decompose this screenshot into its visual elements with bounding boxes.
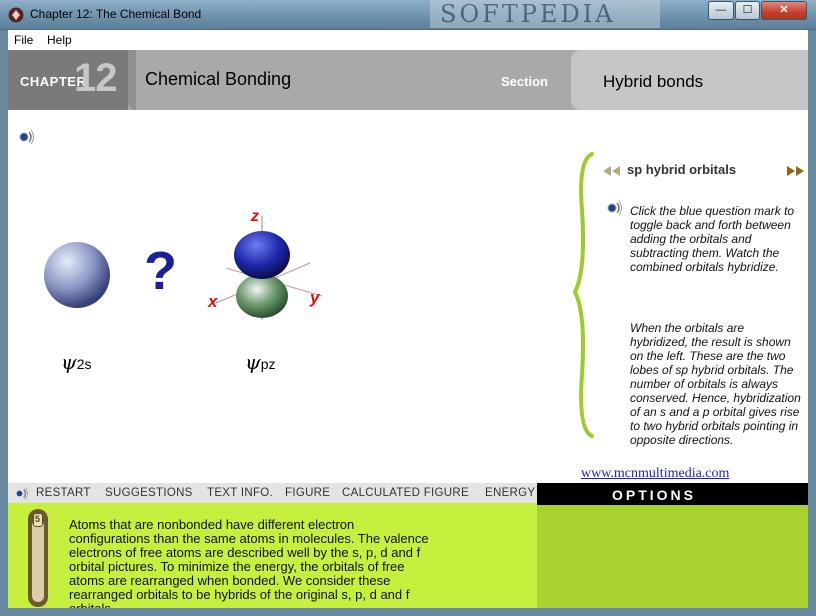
- header-divider: [128, 50, 136, 110]
- axis-z-label: z: [251, 208, 259, 225]
- speaker-icon[interactable]: [18, 128, 36, 146]
- suggestions-button[interactable]: SUGGESTIONS: [105, 487, 193, 499]
- window-title: Chapter 12: The Chemical Bond: [30, 7, 202, 21]
- website-link[interactable]: www.mcnmultimedia.com: [581, 466, 729, 482]
- axis-y-label: y: [310, 288, 320, 307]
- panel-paragraph-2: When the orbitals are hybridized, the re…: [630, 321, 801, 447]
- info-text: Atoms that are nonbonded have different …: [69, 517, 429, 609]
- toggle-question-mark[interactable]: ?: [144, 240, 177, 302]
- title-bar: Chapter 12: The Chemical Bond SOFTPEDIA …: [0, 0, 816, 30]
- maximize-button[interactable]: ☐: [735, 1, 760, 20]
- section-label: Section: [501, 74, 548, 89]
- prev-arrow-icon[interactable]: [602, 165, 622, 177]
- axis-x-label: x: [208, 292, 218, 311]
- panel-title: sp hybrid orbitals: [627, 162, 737, 177]
- options-label[interactable]: OPTIONS: [612, 487, 696, 503]
- watermark: SOFTPEDIA: [430, 0, 660, 28]
- psi-symbol: ψ: [245, 350, 261, 374]
- panel-bracket: [572, 152, 594, 438]
- label-2s: 2s: [76, 356, 92, 372]
- options-panel: [537, 505, 808, 608]
- calculated-figure-button[interactable]: CALCULATED FIGURE: [342, 487, 469, 499]
- minimize-button[interactable]: —: [708, 1, 734, 20]
- psi-symbol: ψ: [61, 350, 77, 374]
- pz-orbital-diagram: [215, 216, 323, 320]
- menu-help[interactable]: Help: [47, 33, 72, 47]
- energy-button[interactable]: ENERGY: [485, 487, 535, 499]
- toolbar: RESTART SUGGESTIONS TEXT INFO. FIGURE CA…: [8, 483, 537, 503]
- app-content: CHAPTER 12 Chemical Bonding Section Hybr…: [8, 50, 808, 608]
- app-icon: [8, 7, 24, 23]
- figure-button[interactable]: FIGURE: [285, 487, 330, 499]
- slider-value: 5: [35, 514, 41, 524]
- psi-2s-label: ψ2s: [61, 350, 91, 374]
- toolbar-speaker-icon[interactable]: [14, 486, 30, 501]
- menu-file[interactable]: File: [14, 33, 33, 47]
- chapter-title: Chemical Bonding: [145, 69, 292, 89]
- next-arrow-icon[interactable]: [785, 165, 805, 177]
- restart-button[interactable]: RESTART: [36, 487, 91, 499]
- chapter-number: 12: [74, 56, 117, 100]
- s-orbital-sphere: [44, 242, 110, 308]
- psi-pz-label: ψpz: [245, 350, 275, 374]
- text-info-button[interactable]: TEXT INFO.: [207, 487, 273, 499]
- slider-track[interactable]: [32, 520, 44, 602]
- close-button[interactable]: ✕: [761, 1, 807, 20]
- menu-bar: File Help: [8, 30, 808, 50]
- section-title: Hybrid bonds: [603, 72, 704, 91]
- chapter-header: CHAPTER 12 Chemical Bonding Section Hybr…: [8, 50, 808, 110]
- panel-paragraph-1: Click the blue question mark to toggle b…: [630, 204, 795, 274]
- panel-speaker-icon[interactable]: [606, 199, 624, 217]
- label-pz: pz: [260, 356, 276, 372]
